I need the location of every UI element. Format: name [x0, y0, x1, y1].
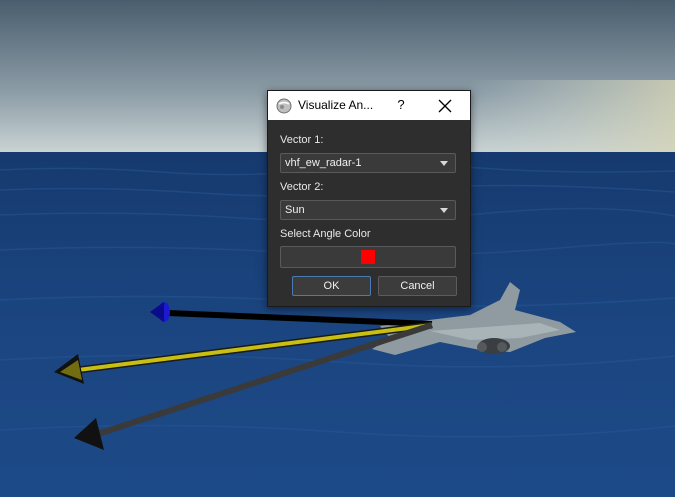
vector2-select[interactable]: Sun: [280, 200, 456, 220]
vector1-select[interactable]: vhf_ew_radar-1: [280, 153, 456, 173]
dialog-titlebar[interactable]: Visualize An... ?: [268, 91, 470, 120]
angle-color-label: Select Angle Color: [280, 228, 371, 240]
help-button[interactable]: ?: [394, 96, 408, 114]
dialog-title: Visualize An...: [298, 98, 374, 112]
cancel-button[interactable]: Cancel: [378, 276, 457, 296]
color-swatch: [361, 250, 375, 264]
ok-button[interactable]: OK: [292, 276, 371, 296]
visualize-angle-dialog: Visualize An... ? Vector 1: vhf_ew_radar…: [267, 90, 471, 307]
vector1-label: Vector 1:: [280, 134, 324, 146]
vector2-label: Vector 2:: [280, 181, 324, 193]
sun-glow: [470, 80, 675, 152]
globe-icon: [276, 98, 292, 114]
vector1-value: vhf_ew_radar-1: [285, 157, 362, 169]
close-icon[interactable]: [436, 97, 454, 115]
angle-color-button[interactable]: [280, 246, 456, 268]
chevron-down-icon: [440, 208, 448, 213]
vector2-value: Sun: [285, 204, 305, 216]
chevron-down-icon: [440, 161, 448, 166]
